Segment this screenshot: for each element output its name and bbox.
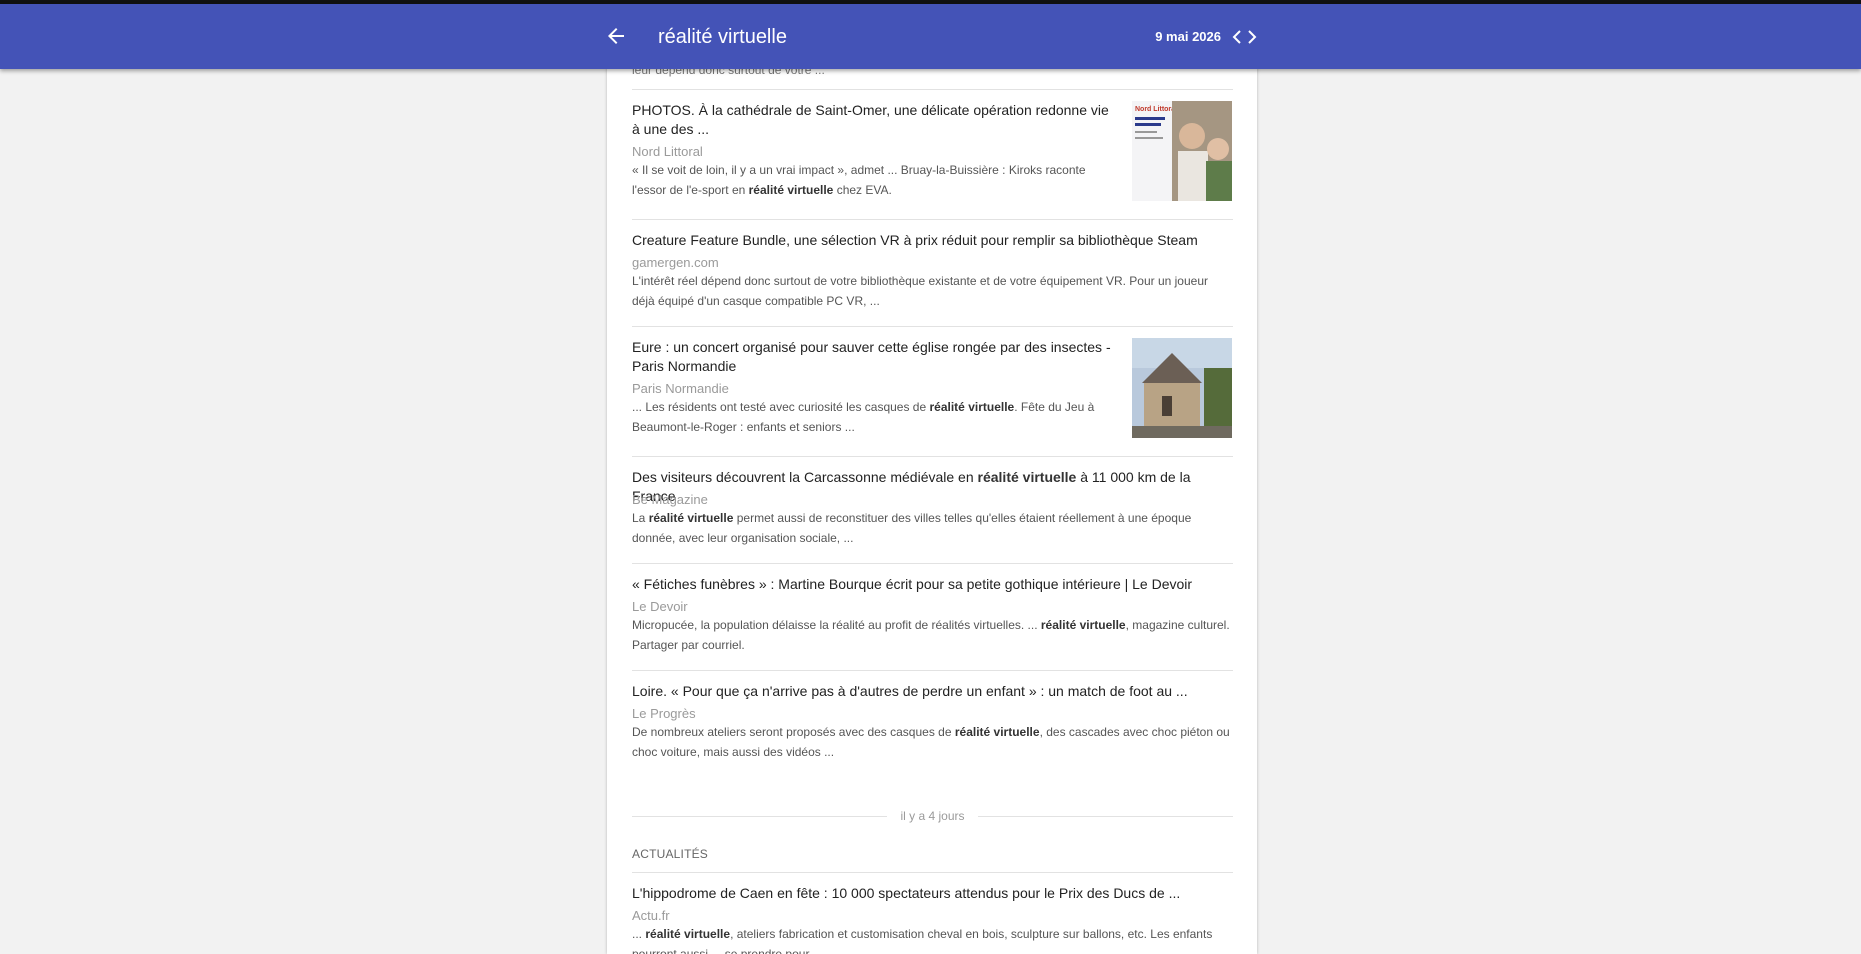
article-title[interactable]: Loire. « Pour que ça n'arrive pas à d'au… <box>632 682 1233 701</box>
divider-line <box>978 816 1233 817</box>
svg-text:Nord Littoral: Nord Littoral <box>1135 106 1177 113</box>
chevron-right-icon[interactable] <box>1245 28 1259 46</box>
article-snippet: L'intérêt réel dépend donc surtout de vo… <box>632 274 1208 308</box>
article-title[interactable]: Des visiteurs découvrent la Carcassonne … <box>632 468 1233 506</box>
article-snippet: ... Les résidents ont testé avec curiosi… <box>632 400 1095 434</box>
article-title[interactable]: Creature Feature Bundle, une sélection V… <box>632 231 1233 250</box>
article-source[interactable]: Nord Littoral <box>632 144 703 160</box>
article-snippet: ... réalité virtuelle, ateliers fabricat… <box>632 927 1213 954</box>
date-divider: il y a 4 jours <box>632 807 1233 827</box>
news-item[interactable]: PHOTOS. À la cathédrale de Saint-Omer, u… <box>632 89 1233 220</box>
article-snippet: De nombreux ateliers seront proposés ave… <box>632 725 1230 759</box>
news-item[interactable]: Eure : un concert organisé pour sauver c… <box>632 326 1233 457</box>
article-title[interactable]: L'hippodrome de Caen en fête : 10 000 sp… <box>632 884 1233 903</box>
app-header: réalité virtuelle 9 mai 2026 <box>0 4 1861 69</box>
current-date: 9 mai 2026 <box>1155 29 1221 44</box>
article-source[interactable]: Paris Normandie <box>632 381 729 397</box>
article-source[interactable]: Le Progrès <box>632 706 696 722</box>
news-item[interactable]: Creature Feature Bundle, une sélection V… <box>632 219 1233 327</box>
article-thumbnail[interactable]: Nord Littoral <box>1132 101 1232 201</box>
arrow-left-icon[interactable] <box>604 24 628 48</box>
news-results-panel: leur dépend donc surtout de votre ... PH… <box>607 56 1257 954</box>
article-title[interactable]: Eure : un concert organisé pour sauver c… <box>632 338 1112 376</box>
news-item[interactable]: Loire. « Pour que ça n'arrive pas à d'au… <box>632 670 1233 778</box>
article-snippet: La réalité virtuelle permet aussi de rec… <box>632 511 1192 545</box>
article-source[interactable]: gamergen.com <box>632 255 719 271</box>
article-snippet: « Il se voit de loin, il y a un vrai imp… <box>632 163 1086 197</box>
section-heading: ACTUALITÉS <box>632 847 709 861</box>
article-source[interactable]: Le Devoir <box>632 599 688 615</box>
article-source[interactable]: Be Magazine <box>632 492 708 508</box>
article-title[interactable]: « Fétiches funèbres » : Martine Bourque … <box>632 575 1233 594</box>
article-snippet: Micropucée, la population délaisse la ré… <box>632 618 1230 652</box>
article-title[interactable]: PHOTOS. À la cathédrale de Saint-Omer, u… <box>632 101 1112 139</box>
news-item[interactable]: « Fétiches funèbres » : Martine Bourque … <box>632 563 1233 671</box>
page-title: réalité virtuelle <box>658 26 787 48</box>
chevron-left-icon[interactable] <box>1230 28 1244 46</box>
article-source[interactable]: Actu.fr <box>632 908 670 924</box>
news-item[interactable]: L'hippodrome de Caen en fête : 10 000 sp… <box>632 872 1233 954</box>
news-item[interactable]: Des visiteurs découvrent la Carcassonne … <box>632 456 1233 564</box>
article-thumbnail[interactable] <box>1132 338 1232 438</box>
